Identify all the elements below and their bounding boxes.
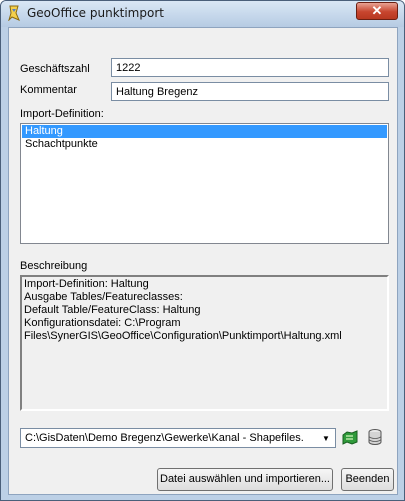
dialog-client-area: Geschäftszahl Kommentar Import-Definitio…: [8, 27, 398, 495]
window-title: GeoOffice punktimport: [27, 6, 164, 20]
beschreibung-label: Beschreibung: [20, 260, 88, 272]
exit-button[interactable]: Beenden: [341, 468, 394, 491]
path-select[interactable]: C:\GisDaten\Demo Bregenz\Gewerke\Kanal -…: [20, 428, 336, 448]
geschaeftszahl-label: Geschäftszahl: [20, 63, 90, 75]
beschreibung-textarea[interactable]: Import-Definition: Haltung Ausgabe Table…: [20, 275, 389, 411]
import-definition-label: Import-Definition:: [20, 108, 104, 120]
title-bar[interactable]: GeoOffice punktimport ✕: [1, 1, 404, 27]
chevron-down-icon[interactable]: ▼: [318, 430, 334, 446]
beschreibung-line: Konfigurationsdatei: C:\Program: [24, 317, 181, 329]
kommentar-label: Kommentar: [20, 84, 77, 96]
close-button[interactable]: ✕: [356, 2, 398, 20]
list-item-haltung[interactable]: Haltung: [22, 125, 387, 138]
import-definition-list[interactable]: Haltung Schachtpunkte: [20, 123, 389, 244]
beschreibung-line: Ausgabe Tables/Featureclasses:: [24, 291, 183, 303]
shapefile-icon[interactable]: [341, 429, 359, 447]
database-icon[interactable]: [366, 428, 384, 446]
kommentar-input[interactable]: [111, 82, 389, 101]
dialog-window: GeoOffice punktimport ✕ Geschäftszahl Ko…: [0, 0, 405, 501]
path-select-value: C:\GisDaten\Demo Bregenz\Gewerke\Kanal -…: [25, 432, 304, 444]
import-file-button[interactable]: Datei auswählen und importieren...: [157, 468, 333, 491]
geooffice-app-icon: [6, 5, 22, 22]
list-item-schachtpunkte[interactable]: Schachtpunkte: [22, 138, 387, 151]
beschreibung-line: Files\SynerGIS\GeoOffice\Configuration\P…: [24, 330, 342, 342]
geschaeftszahl-input[interactable]: [111, 58, 389, 77]
beschreibung-line: Import-Definition: Haltung: [24, 278, 149, 290]
beschreibung-line: Default Table/FeatureClass: Haltung: [24, 304, 201, 316]
